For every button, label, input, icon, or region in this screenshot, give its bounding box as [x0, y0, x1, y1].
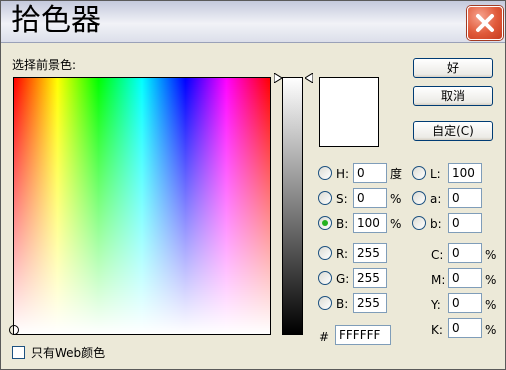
slider-right-arrow-icon[interactable] — [305, 73, 313, 83]
b-label: B: — [336, 217, 349, 231]
r-label: R: — [336, 247, 349, 261]
c-label: C: — [431, 248, 444, 262]
close-x-icon — [476, 14, 494, 32]
custom-button[interactable]: 自定(C) — [413, 121, 493, 141]
h-label: H: — [336, 167, 350, 181]
g-input[interactable]: 255 — [353, 268, 387, 288]
k-label: K: — [431, 323, 443, 337]
rgb-b-input[interactable]: 255 — [353, 293, 387, 313]
radio-h[interactable] — [318, 166, 332, 180]
y-unit: % — [485, 298, 497, 312]
hex-input[interactable]: FFFFFF — [335, 325, 391, 345]
l-input[interactable]: 100 — [448, 163, 482, 183]
radio-s[interactable] — [318, 191, 332, 205]
radio-lab-b[interactable] — [412, 216, 426, 230]
prompt-label: 选择前景色: — [12, 58, 77, 72]
title-bar: 拾色器 — [1, 1, 505, 43]
l-label: L: — [430, 167, 441, 181]
k-unit: % — [485, 323, 497, 337]
radio-l[interactable] — [412, 166, 426, 180]
current-color-swatch — [319, 77, 379, 147]
k-input[interactable]: 0 — [448, 318, 482, 338]
color-field-marker[interactable] — [9, 325, 19, 335]
radio-g[interactable] — [318, 271, 332, 285]
lab-b-label: b: — [430, 217, 442, 231]
hex-label: # — [319, 330, 330, 344]
r-input[interactable]: 255 — [353, 243, 387, 263]
slider-left-arrow-icon[interactable] — [274, 73, 282, 83]
lab-b-input[interactable]: 0 — [448, 213, 482, 233]
c-input[interactable]: 0 — [448, 243, 482, 263]
color-picker-dialog: 拾色器 选择前景色: 好 取消 自定(C) H: 0 度 S: 0 % B: 1… — [0, 0, 506, 370]
radio-rgb-b[interactable] — [318, 296, 332, 310]
radio-a[interactable] — [412, 191, 426, 205]
m-label: M: — [431, 273, 446, 287]
rgb-b-label: B: — [336, 297, 349, 311]
radio-r[interactable] — [318, 246, 332, 260]
a-input[interactable]: 0 — [448, 188, 482, 208]
cancel-button[interactable]: 取消 — [413, 86, 493, 106]
b-input[interactable]: 100 — [353, 213, 387, 233]
y-label: Y: — [431, 298, 441, 312]
c-unit: % — [485, 248, 497, 262]
radio-b[interactable] — [318, 216, 332, 230]
close-button[interactable] — [467, 6, 503, 40]
s-label: S: — [336, 192, 348, 206]
window-title: 拾色器 — [11, 3, 101, 38]
g-label: G: — [336, 272, 350, 286]
a-label: a: — [430, 192, 442, 206]
y-input[interactable]: 0 — [448, 293, 482, 313]
brightness-slider[interactable] — [282, 77, 303, 335]
h-unit: 度 — [390, 167, 403, 181]
web-colors-checkbox[interactable] — [12, 346, 25, 359]
ok-button[interactable]: 好 — [413, 58, 493, 78]
s-unit: % — [390, 192, 402, 206]
b-unit: % — [390, 217, 402, 231]
m-input[interactable]: 0 — [448, 268, 482, 288]
web-colors-label: 只有Web颜色 — [31, 346, 106, 360]
h-input[interactable]: 0 — [353, 163, 387, 183]
s-input[interactable]: 0 — [353, 188, 387, 208]
color-field[interactable] — [9, 77, 271, 335]
m-unit: % — [485, 273, 497, 287]
